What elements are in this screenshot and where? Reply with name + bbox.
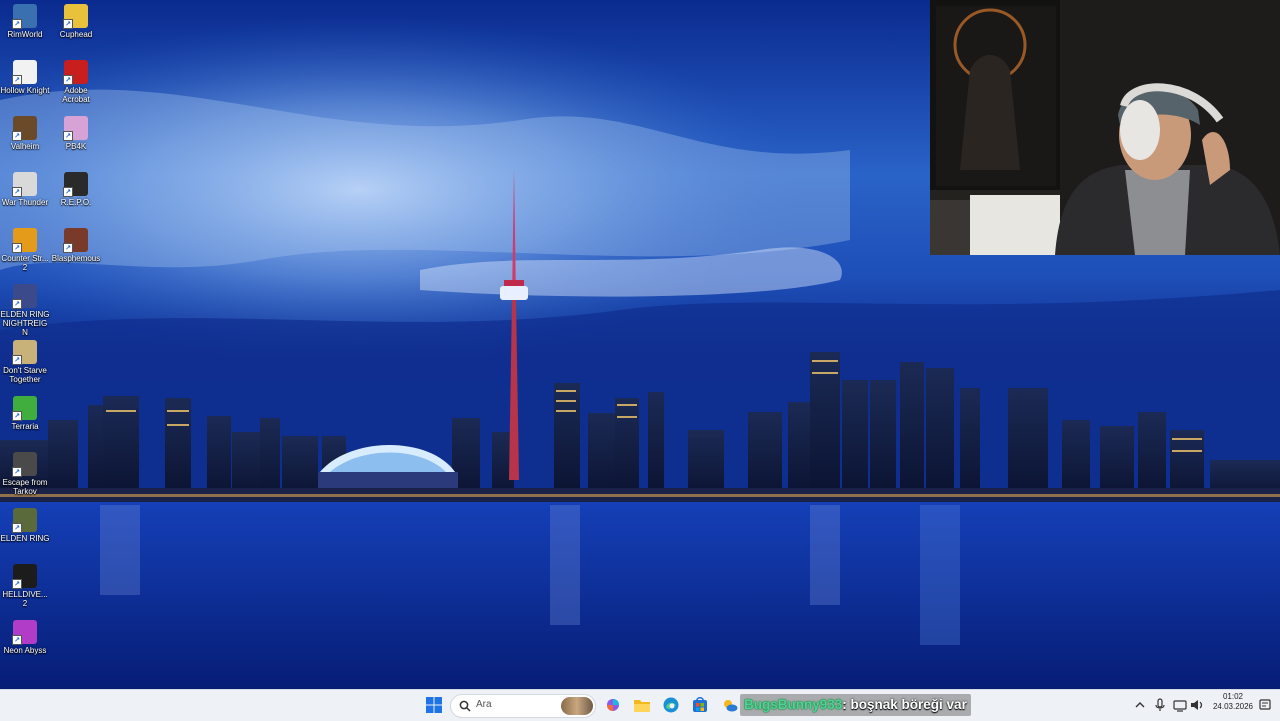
desktop-shortcut[interactable]: ↗ ELDEN RING (0, 506, 50, 543)
desktop-shortcut[interactable]: ↗ Don't Starve Together (0, 338, 50, 384)
desktop-shortcut[interactable]: ↗ Hollow Knight (0, 58, 50, 95)
desktop-shortcut-label: Neon Abyss (3, 646, 47, 655)
shortcut-arrow-icon: ↗ (63, 19, 73, 29)
file-explorer-icon (634, 700, 650, 712)
shortcut-arrow-icon: ↗ (12, 411, 22, 421)
shortcut-arrow-icon: ↗ (12, 19, 22, 29)
search-placeholder: Ara (476, 699, 492, 710)
store-button[interactable] (690, 695, 710, 715)
desktop-shortcut-label: R.E.P.O. (60, 198, 92, 207)
desktop-shortcut[interactable]: ↗ Blasphemous (51, 226, 101, 263)
desktop-shortcut[interactable]: ↗ Escape from Tarkov (0, 450, 50, 496)
shortcut-arrow-icon: ↗ (63, 187, 73, 197)
cuphead-icon: ↗ (63, 4, 88, 29)
desktop-shortcut[interactable]: ↗ Adobe Acrobat (51, 58, 101, 104)
desktop-shortcut-label: Cuphead (59, 30, 93, 39)
neon-abyss-icon: ↗ (12, 620, 37, 645)
weather-button[interactable] (720, 695, 740, 715)
shortcut-arrow-icon: ↗ (63, 131, 73, 141)
desktop-shortcut[interactable]: ↗ R.E.P.O. (51, 170, 101, 207)
edge-button[interactable] (661, 695, 681, 715)
helldivers-icon: ↗ (12, 564, 37, 589)
war-thunder-icon: ↗ (12, 172, 37, 197)
desktop-shortcut-label: ELDEN RING NIGHTREIGN (0, 310, 50, 337)
chat-overlay: BugsBunny933: boşnak böreği var (740, 694, 971, 716)
shortcut-arrow-icon: ↗ (63, 243, 73, 253)
webcam-image (930, 0, 1280, 255)
elden-ring-icon: ↗ (12, 508, 37, 533)
valheim-icon: ↗ (12, 116, 37, 141)
edge-icon (663, 697, 679, 713)
shortcut-arrow-icon: ↗ (12, 579, 22, 589)
shortcut-arrow-icon: ↗ (12, 467, 22, 477)
search-icon (459, 700, 471, 712)
tarkov-icon: ↗ (12, 452, 37, 477)
desktop-shortcut-label: Don't Starve Together (3, 366, 47, 384)
blasphemous-icon: ↗ (63, 228, 88, 253)
desktop-shortcut-label: Hollow Knight (0, 86, 50, 95)
desktop-shortcut-label: HELLDIVE... 2 (2, 590, 48, 608)
desktop-shortcut-label: ELDEN RING (0, 534, 50, 543)
desktop-shortcut-label: War Thunder (1, 198, 49, 207)
desktop-shortcut-label: Blasphemous (51, 254, 101, 263)
desktop-shortcut-label: RimWorld (7, 30, 43, 39)
terraria-icon: ↗ (12, 396, 37, 421)
shortcut-arrow-icon: ↗ (63, 75, 73, 85)
webcam-overlay (930, 0, 1280, 255)
shortcut-arrow-icon: ↗ (12, 75, 22, 85)
hollow-knight-icon: ↗ (12, 60, 37, 85)
desktop-shortcut-label: Counter Str... 2 (1, 254, 49, 272)
desktop-shortcut[interactable]: ↗ Valheim (0, 114, 50, 151)
shortcut-arrow-icon: ↗ (12, 523, 22, 533)
desktop-shortcut[interactable]: ↗ War Thunder (0, 170, 50, 207)
desktop-shortcut[interactable]: ↗ ELDEN RING NIGHTREIGN (0, 282, 50, 337)
desktop-shortcut-label: Escape from Tarkov (2, 478, 48, 496)
microphone-icon[interactable] (1153, 698, 1167, 712)
network-icon[interactable] (1173, 698, 1187, 712)
adobe-acrobat-icon: ↗ (63, 60, 88, 85)
dont-starve-icon: ↗ (12, 340, 37, 365)
counter-strike-icon: ↗ (12, 228, 37, 253)
elden-ring-nightreign-icon: ↗ (12, 284, 37, 309)
shortcut-arrow-icon: ↗ (12, 299, 22, 309)
repo-icon: ↗ (63, 172, 88, 197)
shortcut-arrow-icon: ↗ (12, 355, 22, 365)
start-button[interactable] (424, 695, 444, 715)
notification-icon[interactable] (1258, 698, 1272, 712)
clock-time: 01:02 (1222, 692, 1244, 701)
shortcut-arrow-icon: ↗ (12, 635, 22, 645)
desktop-shortcut-label: Adobe Acrobat (62, 86, 90, 104)
chat-message: boşnak böreği var (850, 697, 967, 712)
copilot-button[interactable] (603, 695, 623, 715)
start-icon (426, 697, 442, 713)
file-explorer-button[interactable] (632, 695, 652, 715)
shortcut-arrow-icon: ↗ (12, 243, 22, 253)
taskbar: Ara (0, 689, 1280, 721)
shortcut-arrow-icon: ↗ (12, 131, 22, 141)
store-icon (693, 697, 707, 712)
chat-username: BugsBunny933 (744, 697, 843, 712)
desktop-shortcut[interactable]: ↗ Counter Str... 2 (0, 226, 50, 272)
desktop-shortcut-label: PB4K (65, 142, 87, 151)
shortcut-arrow-icon: ↗ (12, 187, 22, 197)
desktop-shortcut[interactable]: ↗ Terraria (0, 394, 50, 431)
pb4k-icon: ↗ (63, 116, 88, 141)
weather-icon (724, 700, 738, 712)
search-highlight-image (561, 697, 593, 715)
system-clock[interactable]: 01:02 24.03.2026 (1212, 692, 1254, 712)
copilot-icon (607, 699, 619, 711)
desktop-shortcut-label: Terraria (11, 422, 39, 431)
rimworld-icon: ↗ (12, 4, 37, 29)
clock-date: 24.03.2026 (1212, 702, 1254, 711)
desktop-shortcut[interactable]: ↗ HELLDIVE... 2 (0, 562, 50, 608)
chevron-up-icon[interactable] (1133, 698, 1147, 712)
desktop-shortcut[interactable]: ↗ Neon Abyss (0, 618, 50, 655)
desktop-shortcut-label: Valheim (10, 142, 40, 151)
chat-separator: : (842, 697, 851, 712)
search-input[interactable]: Ara (450, 694, 596, 718)
volume-icon[interactable] (1190, 698, 1204, 712)
desktop-shortcut[interactable]: ↗ Cuphead (51, 2, 101, 39)
desktop-shortcut[interactable]: ↗ PB4K (51, 114, 101, 151)
desktop-shortcut[interactable]: ↗ RimWorld (0, 2, 50, 39)
